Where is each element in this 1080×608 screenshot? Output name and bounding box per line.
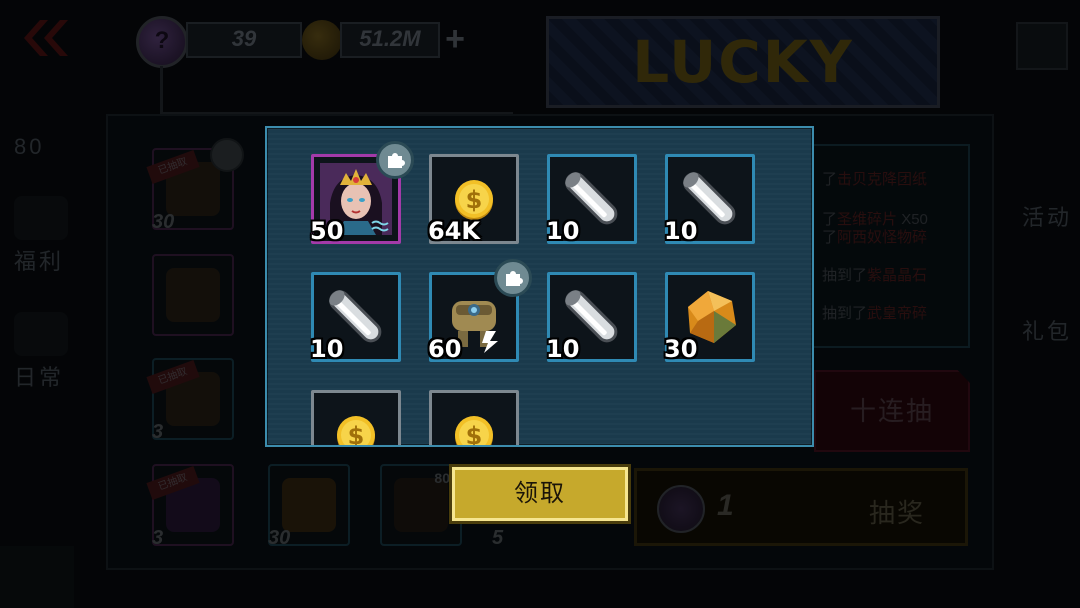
bg-item-count: 3	[152, 421, 164, 443]
draw-log-panel: 了击贝克降团纸 了圣维碎片 X50 了阿西奴怪物碎 抽到了紫晶晶石 抽到了武皇帝…	[812, 144, 970, 348]
add-gold-button[interactable]: +	[436, 22, 474, 58]
ten-draw-label: 十连抽	[849, 396, 934, 426]
daily-icon	[14, 312, 68, 356]
reward-count: 10	[664, 217, 698, 245]
reward-slot-gold[interactable]: $	[429, 390, 519, 447]
svg-text:$: $	[466, 422, 483, 447]
corner-button[interactable]	[1016, 22, 1068, 70]
reward-slot-gold[interactable]: $	[311, 390, 401, 447]
reward-slot-vial[interactable]: 10	[546, 272, 637, 363]
reward-count: 50	[310, 217, 344, 245]
bg-item-art	[166, 268, 220, 322]
bg-item-count: 5	[492, 527, 504, 549]
log-line: 抽到了紫晶晶石	[822, 267, 928, 284]
bg-item-count: 3	[152, 527, 164, 549]
reward-count: 30	[664, 335, 698, 363]
reward-dialog: 50 $ 64K 10 10 10 60 10 30 $ $	[265, 126, 814, 447]
reward-count: 64K	[428, 217, 480, 245]
reward-count: 10	[546, 217, 580, 245]
reward-slot-vial[interactable]: 10	[310, 272, 401, 363]
bg-reward-item: 80级 5	[380, 464, 503, 549]
sidebar-item-welfare[interactable]: 福利	[0, 196, 80, 276]
bg-reward-item: 已抽取 30	[146, 138, 244, 233]
gold-coin-icon	[302, 20, 342, 60]
bg-reward-item	[152, 254, 234, 336]
sidebar-item-event[interactable]: 活动	[1022, 196, 1080, 232]
bg-item-count: 30	[268, 527, 291, 549]
reward-slot-crystal[interactable]: 30	[664, 272, 755, 363]
back-arrow-icon[interactable]	[18, 16, 70, 60]
sidebar-item-level[interactable]: 80	[0, 130, 80, 160]
log-line: 抽到了武皇帝碎	[822, 305, 928, 322]
chip-counter: 39	[186, 22, 302, 58]
sidebar-item-daily[interactable]: 日常	[0, 312, 80, 392]
log-line: 了击贝克降团纸	[822, 171, 928, 188]
lucky-chip-icon	[657, 485, 705, 533]
reward-slot-mech-shard[interactable]: 60	[428, 259, 532, 363]
reward-count: 60	[428, 335, 462, 363]
gold-coin-icon: $	[455, 416, 493, 447]
gold-coin-icon: $	[337, 416, 375, 447]
bg-reward-item: 已抽取 3	[146, 464, 234, 549]
bg-reward-item: 30	[268, 464, 350, 549]
svg-text:$: $	[466, 186, 483, 214]
ten-draw-button[interactable]: 十连抽	[814, 370, 970, 452]
gold-counter: 51.2M	[340, 22, 440, 58]
sidebar-item-label: 礼包	[1022, 319, 1073, 344]
claim-button-label: 领取	[514, 480, 566, 507]
bg-reward-item: 已抽取 3	[146, 358, 234, 443]
reward-slot-hero-shard[interactable]: 50	[310, 141, 414, 245]
reward-slot-gold[interactable]: $ 64K	[428, 154, 519, 245]
gift-icon	[14, 196, 68, 240]
reward-slot-vial[interactable]: 10	[546, 154, 637, 245]
lucky-chip-icon: ?	[136, 16, 188, 68]
sidebar-item-label: 80	[14, 134, 45, 159]
puzzle-piece-icon	[494, 259, 532, 297]
sidebar-item-label: 福利	[14, 249, 65, 274]
log-line: 了阿西奴怪物碎	[822, 229, 928, 246]
single-draw-button[interactable]: 1 抽奖	[634, 468, 968, 546]
sidebar-item-label: 日常	[14, 365, 65, 390]
draw-label: 抽奖	[868, 498, 925, 528]
reward-count: 10	[310, 335, 344, 363]
reward-slot-vial[interactable]: 10	[664, 154, 755, 245]
hud-decoration	[160, 66, 513, 115]
reward-count: 10	[546, 335, 580, 363]
sidebar-item-label: 活动	[1022, 205, 1073, 230]
chip-count: 39	[231, 26, 257, 51]
puzzle-piece-icon	[376, 141, 414, 179]
claim-button[interactable]: 领取	[452, 467, 628, 521]
bg-item-art	[282, 478, 336, 532]
sidebar-item-pack[interactable]: 礼包	[1022, 310, 1080, 346]
draw-cost: 1	[717, 489, 734, 522]
bg-item-count: 30	[152, 211, 175, 233]
svg-text:$: $	[348, 422, 365, 447]
puzzle-icon	[210, 138, 244, 172]
friends-corner-button[interactable]	[0, 546, 74, 608]
gold-count: 51.2M	[359, 26, 421, 51]
lucky-slot-banner: LUCKY SLOT	[546, 16, 940, 182]
